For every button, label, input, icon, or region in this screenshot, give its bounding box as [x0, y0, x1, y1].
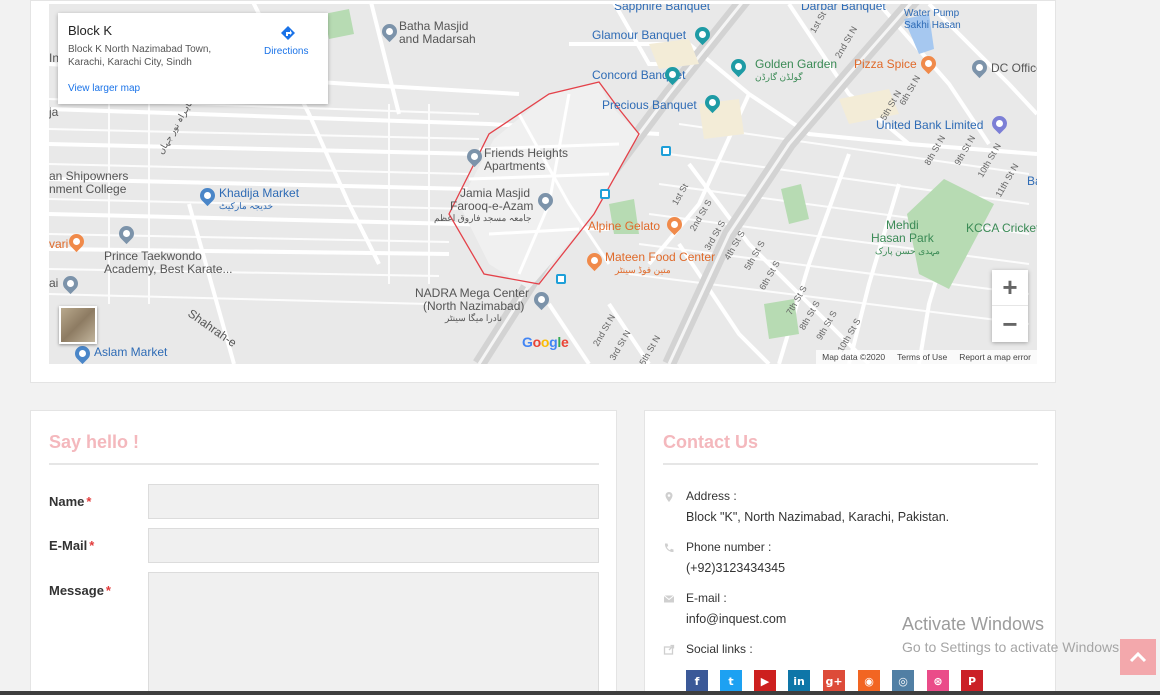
phone-value: (+92)3123434345 [686, 561, 786, 575]
email-label: E-Mail * [49, 538, 95, 553]
email-value: info@inquest.com [686, 612, 787, 626]
youtube-icon[interactable]: ▶ [754, 670, 776, 692]
scroll-to-top-button[interactable] [1120, 639, 1156, 675]
name-label: Name * [49, 494, 92, 509]
map-label: KCCA Cricket [966, 221, 1037, 235]
map-label: Alpine Gelato [588, 219, 661, 233]
activate-windows-subtitle: Go to Settings to activate Windows. [902, 639, 1123, 655]
phone-icon [664, 543, 674, 553]
map-label: DC Office [991, 61, 1037, 75]
map-attribution: Map data ©2020 Terms of Use Report a map… [816, 350, 1037, 364]
map-label: Golden Garden [755, 57, 838, 71]
linkedin-icon[interactable]: in [788, 670, 810, 692]
map-label: and Madarsah [399, 32, 476, 46]
satellite-toggle-button[interactable] [59, 306, 97, 344]
form-divider [49, 463, 599, 465]
map-label: نادرا میگا سینٹر [445, 313, 503, 323]
directions-link[interactable]: Directions [264, 46, 308, 57]
map-label: Sakhi Hasan [904, 20, 961, 31]
pinterest-icon[interactable]: P [961, 670, 983, 692]
google-logo: Google [522, 334, 569, 350]
address-label: Address : [686, 489, 737, 503]
map-label: Apartments [484, 159, 546, 173]
email-input[interactable] [148, 528, 599, 563]
map-label: nment College [49, 182, 127, 196]
map-label: Aslam Market [94, 345, 168, 359]
message-textarea[interactable] [148, 572, 599, 695]
map-label: Pizza Spice [854, 57, 917, 71]
map-label: جامعہ مسجد فاروق اعظم [434, 213, 532, 223]
map-label: Academy, Best Karate... [104, 262, 233, 276]
taskbar-edge [0, 691, 1160, 695]
rss-icon[interactable]: ◉ [858, 670, 880, 692]
message-label: Message * [49, 583, 111, 598]
map-label: Darbar Banquet [801, 4, 886, 13]
map-data-text: Map data ©2020 [822, 352, 886, 362]
map-label: Khadija Market [219, 186, 300, 200]
map-label: متین فوڈ سینٹر [615, 265, 671, 275]
metro-station-icon[interactable] [556, 274, 566, 284]
dribbble-icon[interactable]: ⊛ [927, 670, 949, 692]
map-label: ai [49, 276, 59, 290]
map-label: United Bank Limited [876, 118, 984, 132]
terms-link[interactable]: Terms of Use [897, 352, 947, 362]
metro-station-icon[interactable] [661, 146, 671, 156]
google-plus-icon[interactable]: g+ [823, 670, 845, 692]
report-error-link[interactable]: Report a map error [959, 352, 1031, 362]
map-label: Mateen Food Center [605, 250, 716, 264]
map-label: vari [49, 237, 69, 251]
map-label: Glamour Banquet [592, 28, 687, 42]
map-label: ja [49, 105, 59, 119]
map-label: Ba [1027, 174, 1037, 188]
facebook-icon[interactable]: f [686, 670, 708, 692]
location-pin-icon [665, 492, 673, 502]
info-title: Block K [68, 23, 113, 38]
form-title: Say hello ! [49, 432, 140, 452]
map-label: Precious Banquet [602, 98, 697, 112]
phone-label: Phone number : [686, 540, 772, 554]
activate-windows-title: Activate Windows [902, 614, 1045, 634]
map-label: گولڈن گارڈن [755, 72, 803, 82]
info-address: Block K North Nazimabad Town, Karachi, K… [68, 44, 212, 68]
chevron-up-icon [1129, 651, 1147, 663]
zoom-controls: + − [992, 270, 1028, 342]
required-marker: * [89, 538, 95, 553]
metro-station-icon[interactable] [600, 189, 610, 199]
address-value: Block "K", North Nazimabad, Karachi, Pak… [686, 510, 950, 524]
name-input[interactable] [148, 484, 599, 519]
instagram-icon[interactable]: ◎ [892, 670, 914, 692]
map-label: Hasan Park [871, 231, 934, 245]
email-label: E-mail : [686, 591, 727, 605]
contact-title: Contact Us [663, 432, 759, 452]
directions-icon[interactable] [279, 24, 297, 42]
zoom-out-button[interactable]: − [992, 306, 1028, 342]
twitter-icon[interactable]: t [720, 670, 742, 692]
envelope-icon [663, 595, 675, 603]
map-label: Sapphire Banquet [614, 4, 711, 13]
contact-divider [663, 463, 1038, 465]
required-marker: * [86, 494, 92, 509]
embedded-map[interactable]: Batha Masjid and Madarsah Glamour Banque… [49, 4, 1037, 364]
social-label: Social links : [686, 642, 753, 656]
share-icon [663, 644, 675, 655]
map-label: خدیجہ مارکیٹ [219, 201, 274, 211]
contact-form-panel: Say hello ! Name * E-Mail * Message * [30, 410, 617, 695]
map-label: مہدی حسن پارک [875, 246, 940, 256]
view-larger-map-link[interactable]: View larger map [68, 83, 140, 94]
zoom-in-button[interactable]: + [992, 270, 1028, 306]
required-marker: * [105, 583, 111, 598]
map-info-card: Block K Block K North Nazimabad Town, Ka… [58, 13, 328, 104]
